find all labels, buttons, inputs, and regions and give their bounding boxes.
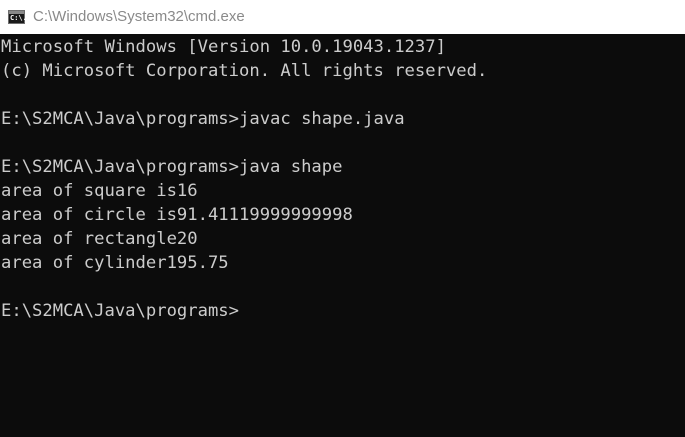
cmd-icon[interactable]: C:\. — [8, 10, 27, 24]
console-line: (c) Microsoft Corporation. All rights re… — [1, 61, 488, 81]
console-line: area of circle is91.41119999999998 — [1, 205, 353, 225]
console-line: area of rectangle20 — [1, 229, 198, 249]
console-line: area of square is16 — [1, 181, 198, 201]
console-line: area of cylinder195.75 — [1, 253, 229, 273]
title-bar[interactable]: C:\. C:\Windows\System32\cmd.exe — [0, 0, 685, 34]
cmd-icon-glyph: C:\. — [10, 14, 27, 22]
console-output[interactable]: Microsoft Windows [Version 10.0.19043.12… — [0, 34, 685, 437]
command-prompt[interactable]: E:\S2MCA\Java\programs> — [1, 299, 685, 323]
window-title: C:\Windows\System32\cmd.exe — [33, 8, 245, 25]
cmd-window: C:\. C:\Windows\System32\cmd.exe Microso… — [0, 0, 685, 437]
console-line: E:\S2MCA\Java\programs>java shape — [1, 157, 343, 177]
console-line: Microsoft Windows [Version 10.0.19043.12… — [1, 37, 446, 57]
console-line: E:\S2MCA\Java\programs>javac shape.java — [1, 109, 405, 129]
